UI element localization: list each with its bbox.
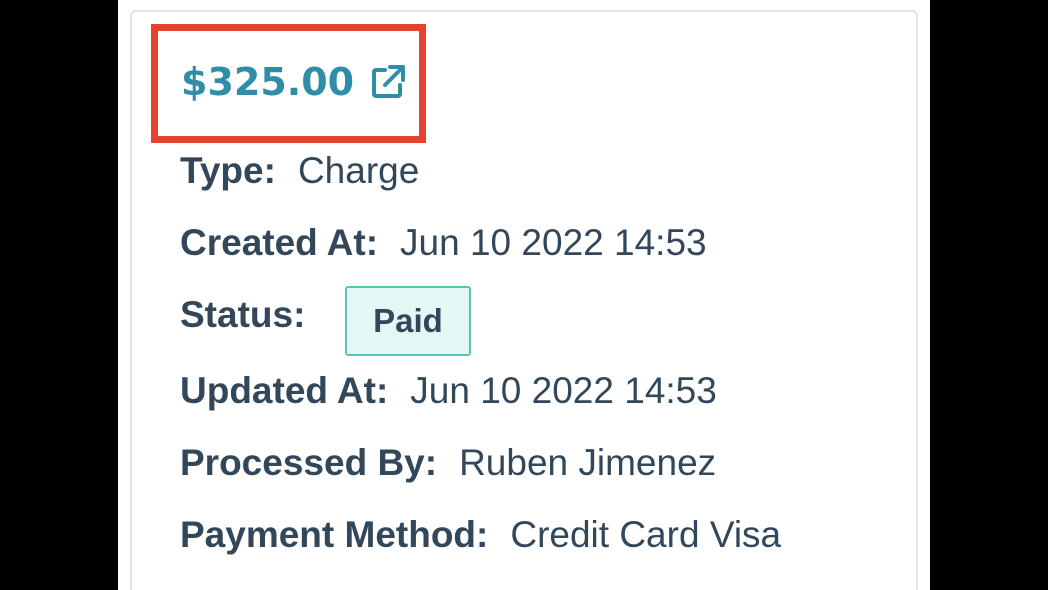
screenshot-stage: $325.00 Type: Charge Created At: Jun 10 … [0, 0, 1048, 590]
updated-at-row: Updated At: Jun 10 2022 14:53 [180, 370, 717, 412]
updated-at-value: Jun 10 2022 14:53 [410, 370, 717, 411]
type-label: Type: [180, 150, 276, 191]
payment-amount-link[interactable]: $325.00 [181, 58, 408, 106]
processed-by-value: Ruben Jimenez [459, 442, 717, 483]
status-badge: Paid [345, 286, 471, 356]
payment-method-value: Credit Card Visa [510, 514, 782, 555]
type-row: Type: Charge [180, 150, 419, 192]
processed-by-row: Processed By: Ruben Jimenez [180, 442, 716, 484]
created-at-label: Created At: [180, 222, 379, 263]
payment-method-label: Payment Method: [180, 514, 489, 555]
payment-amount[interactable]: $325.00 [181, 58, 354, 106]
type-value: Charge [297, 150, 420, 191]
external-link-icon[interactable] [368, 62, 408, 102]
status-row: Status: [180, 294, 327, 336]
updated-at-label: Updated At: [180, 370, 389, 411]
created-at-value: Jun 10 2022 14:53 [400, 222, 707, 263]
processed-by-label: Processed By: [180, 442, 438, 483]
status-label: Status: [180, 294, 306, 335]
created-at-row: Created At: Jun 10 2022 14:53 [180, 222, 707, 264]
payment-method-row: Payment Method: Credit Card Visa [180, 514, 781, 556]
